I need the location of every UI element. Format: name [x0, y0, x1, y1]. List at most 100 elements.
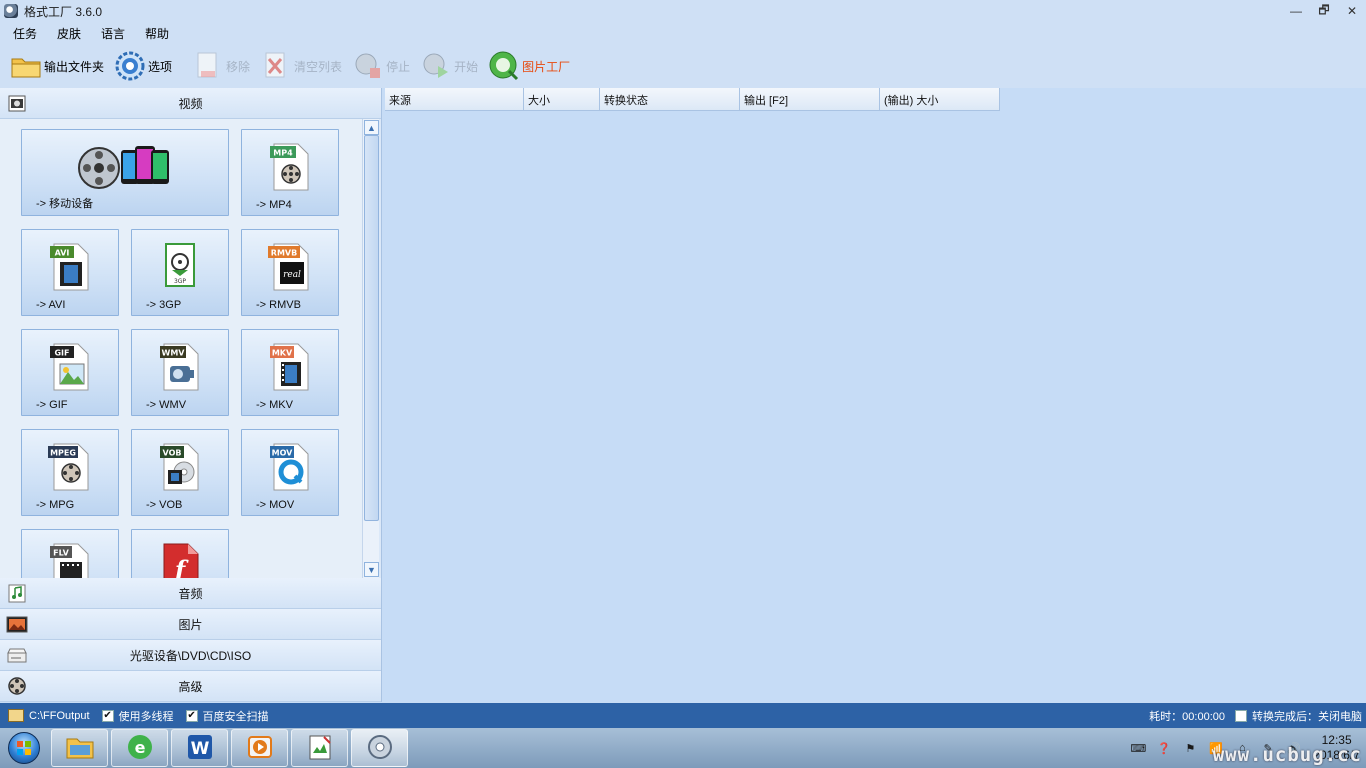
mov-file-icon: MOV — [268, 440, 312, 492]
title-bar: 格式工厂 3.6.0 — 🗗 ✕ — [0, 0, 1366, 22]
flv-file-icon: FLV — [48, 540, 92, 578]
convert-wmv-button[interactable]: WMV -> WMV — [131, 329, 229, 416]
taskbar-explorer[interactable] — [51, 729, 108, 767]
svg-text:W: W — [190, 739, 209, 759]
baidu-scan-checkbox[interactable]: ✔ — [185, 709, 198, 722]
convert-rmvb-label: -> RMVB — [256, 299, 301, 311]
output-folder-icon[interactable] — [8, 709, 24, 722]
gif-file-icon: GIF — [48, 340, 92, 392]
elapsed-time: 耗时：00:00:00 — [1149, 710, 1225, 723]
taskbar-media-player[interactable] — [231, 729, 288, 767]
category-video-label: 视频 — [178, 96, 203, 111]
mpg-file-icon: MPEG — [48, 440, 92, 492]
menu-language[interactable]: 语言 — [98, 25, 128, 42]
column-output-size[interactable]: (输出) 大小 — [880, 88, 1000, 111]
video-conversion-grid: -> 移动设备 MP4 -> MP4 AVI -> AVI 3GP -> 3GP… — [0, 119, 362, 578]
convert-swf-button[interactable]: ƒ — [131, 529, 229, 578]
start-icon — [420, 50, 452, 82]
taskbar-notepad[interactable] — [291, 729, 348, 767]
toolbar: 输出文件夹 选项 移除 清空列表 停止 开始 图片工厂 — [0, 44, 1366, 88]
flag-icon[interactable]: ⚑ — [1182, 740, 1198, 756]
start-button[interactable] — [0, 728, 48, 768]
category-picture-label: 图片 — [178, 617, 203, 632]
stop-button[interactable]: 停止 — [352, 48, 410, 84]
convert-flv-button[interactable]: FLV — [21, 529, 119, 578]
convert-mp4-label: -> MP4 — [256, 199, 292, 211]
after-convert-label: 转换完成后：关闭电脑 — [1252, 710, 1362, 723]
svg-text:MOV: MOV — [272, 449, 294, 458]
convert-avi-button[interactable]: AVI -> AVI — [21, 229, 119, 316]
convert-rmvb-button[interactable]: RMVB real -> RMVB — [241, 229, 339, 316]
convert-mobile-label: -> 移动设备 — [36, 198, 94, 210]
mobile-device-icon — [77, 140, 173, 192]
menu-bar: 任务 皮肤 语言 帮助 — [0, 22, 1366, 44]
flash-file-icon: ƒ — [158, 540, 202, 578]
wps-writer-icon: W — [186, 733, 214, 764]
start-button[interactable]: 开始 — [420, 48, 478, 84]
options-button[interactable]: 选项 — [114, 48, 172, 84]
clear-list-button[interactable]: 清空列表 — [260, 48, 342, 84]
restore-button[interactable]: 🗗 — [1310, 0, 1338, 22]
music-note-icon — [6, 582, 28, 604]
svg-text:e: e — [134, 738, 145, 757]
convert-vob-button[interactable]: VOB -> VOB — [131, 429, 229, 516]
menu-help[interactable]: 帮助 — [142, 25, 172, 42]
picture-factory-icon — [488, 50, 520, 82]
taskbar-format-factory[interactable] — [351, 729, 408, 767]
menu-skin[interactable]: 皮肤 — [54, 25, 84, 42]
category-picture[interactable]: 图片 — [0, 609, 381, 640]
scroll-down-arrow[interactable]: ▼ — [364, 562, 379, 577]
notepad-icon — [306, 733, 334, 764]
svg-text:RMVB: RMVB — [271, 249, 297, 258]
convert-mov-button[interactable]: MOV -> MOV — [241, 429, 339, 516]
task-list[interactable]: 来源 大小 转换状态 输出 [F2] (输出) 大小 — [383, 88, 1366, 702]
shutdown-checkbox[interactable] — [1235, 709, 1247, 722]
category-optical[interactable]: 光驱设备\DVD\CD\ISO — [0, 640, 381, 671]
menu-task[interactable]: 任务 — [10, 25, 40, 42]
film-reel-icon — [6, 675, 28, 697]
category-audio[interactable]: 音频 — [0, 578, 381, 609]
minimize-button[interactable]: — — [1282, 0, 1310, 22]
convert-mp4-button[interactable]: MP4 -> MP4 — [241, 129, 339, 216]
category-advanced-label: 高级 — [178, 679, 203, 694]
svg-text:VOB: VOB — [163, 449, 182, 458]
picture-factory-button[interactable]: 图片工厂 — [488, 48, 570, 84]
output-path[interactable]: C:\FFOutput — [29, 710, 90, 722]
column-size[interactable]: 大小 — [524, 88, 600, 111]
rmvb-file-icon: RMVB real — [268, 240, 312, 292]
convert-mobile-button[interactable]: -> 移动设备 — [21, 129, 229, 216]
convert-gif-button[interactable]: GIF -> GIF — [21, 329, 119, 416]
column-output[interactable]: 输出 [F2] — [740, 88, 880, 111]
output-folder-label: 输出文件夹 — [44, 59, 105, 74]
category-video[interactable]: 视频 — [0, 88, 381, 119]
scroll-up-arrow[interactable]: ▲ — [364, 120, 379, 135]
column-status[interactable]: 转换状态 — [600, 88, 740, 111]
optical-drive-icon — [6, 644, 28, 666]
category-optical-label: 光驱设备\DVD\CD\ISO — [129, 648, 252, 663]
stop-label: 停止 — [386, 59, 411, 74]
taskbar-wps[interactable]: W — [171, 729, 228, 767]
multithread-checkbox[interactable]: ✔ — [101, 709, 114, 722]
window-controls: — 🗗 ✕ — [1282, 0, 1366, 22]
folder-icon — [66, 735, 94, 762]
help-icon[interactable]: ❓ — [1156, 740, 1172, 756]
scroll-thumb[interactable] — [364, 135, 379, 521]
column-source[interactable]: 来源 — [385, 88, 524, 111]
convert-mpg-button[interactable]: MPEG -> MPG — [21, 429, 119, 516]
output-folder-button[interactable]: 输出文件夹 — [10, 48, 104, 84]
start-label: 开始 — [454, 59, 479, 74]
svg-text:MPEG: MPEG — [50, 449, 76, 458]
convert-mov-label: -> MOV — [256, 499, 295, 511]
options-label: 选项 — [148, 59, 173, 74]
keyboard-icon[interactable]: ⌨ — [1130, 740, 1146, 756]
video-scrollbar[interactable]: ▲ ▼ — [362, 119, 379, 578]
svg-text:MKV: MKV — [272, 349, 293, 358]
taskbar-browser[interactable]: e — [111, 729, 168, 767]
baidu-scan-label: 百度安全扫描 — [202, 710, 269, 723]
category-advanced[interactable]: 高级 — [0, 671, 381, 702]
convert-3gp-button[interactable]: 3GP -> 3GP — [131, 229, 229, 316]
close-button[interactable]: ✕ — [1338, 0, 1366, 22]
remove-button[interactable]: 移除 — [192, 48, 250, 84]
convert-mkv-button[interactable]: MKV -> MKV — [241, 329, 339, 416]
svg-text:MP4: MP4 — [273, 149, 293, 158]
